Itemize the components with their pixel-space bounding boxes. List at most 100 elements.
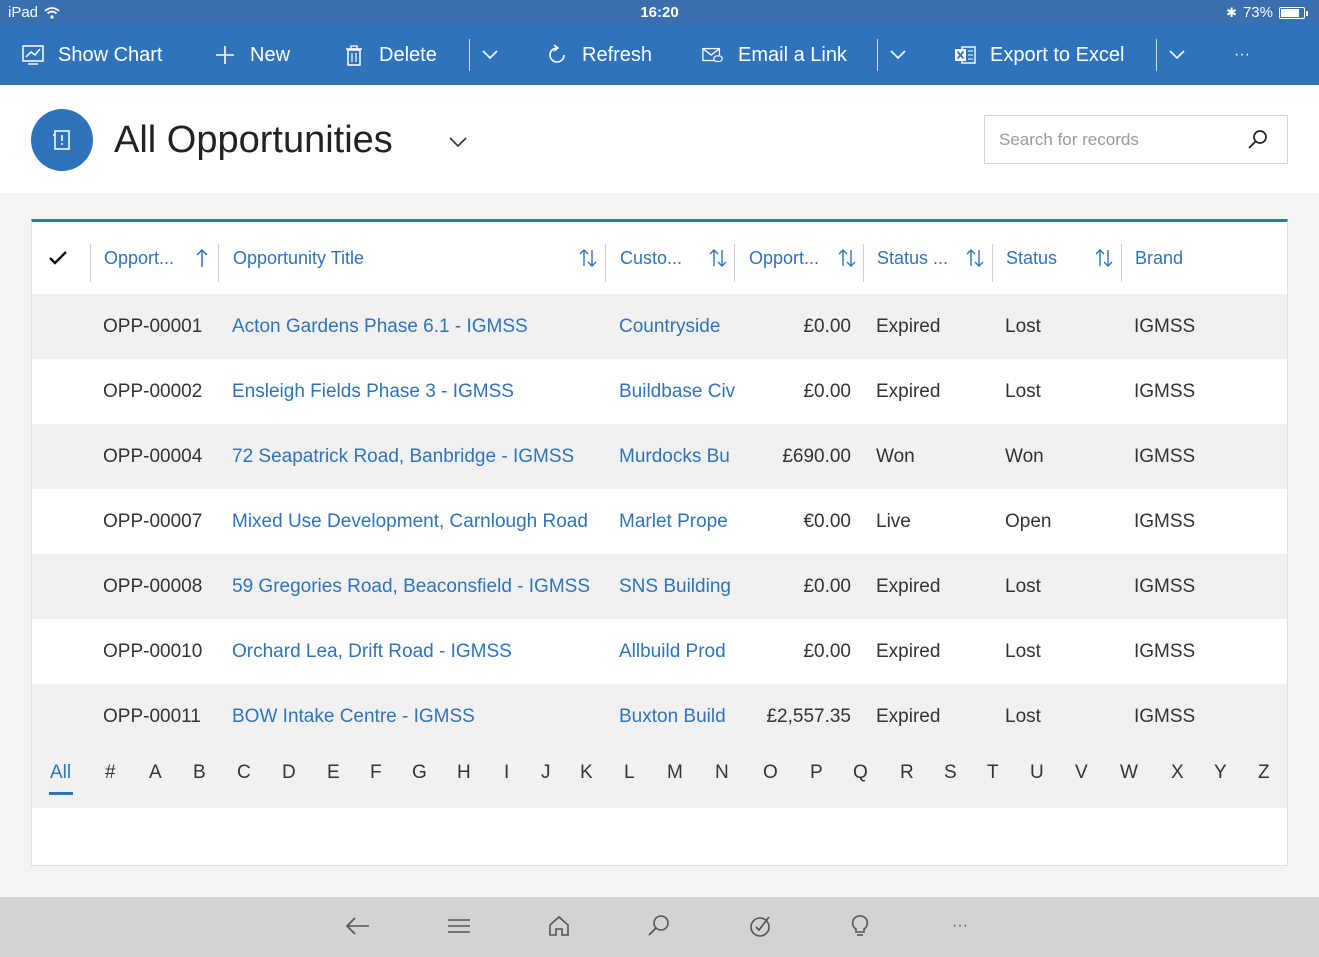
search-input[interactable] xyxy=(999,128,1239,152)
sort-icon[interactable] xyxy=(837,248,857,268)
alpha-filter-x[interactable]: X xyxy=(1171,762,1184,784)
email-more-chevron-icon[interactable] xyxy=(887,43,909,65)
cell-brand: IGMSS xyxy=(1134,640,1196,662)
alpha-filter-o[interactable]: O xyxy=(763,762,778,784)
cell-customer-link[interactable]: Countryside xyxy=(619,294,736,359)
cell-customer-link[interactable]: Buildbase Civ xyxy=(619,359,736,424)
cell-brand: IGMSS xyxy=(1134,380,1196,402)
view-selector-chevron-icon[interactable] xyxy=(447,131,469,153)
alpha-filter-w[interactable]: W xyxy=(1120,762,1138,784)
cell-title-link[interactable]: 59 Gregories Road, Beaconsfield - IGMSS xyxy=(232,554,606,619)
alpha-filter-q[interactable]: Q xyxy=(853,762,868,784)
column-header-opportunity-value[interactable]: Opport... xyxy=(749,222,819,294)
cell-customer-link[interactable]: SNS Building xyxy=(619,554,736,619)
sort-icon[interactable] xyxy=(1094,248,1114,268)
table-row[interactable]: OPP-00011 BOW Intake Centre - IGMSS Buxt… xyxy=(32,684,1287,749)
view-header: All Opportunities xyxy=(0,85,1319,193)
show-chart-button[interactable]: Show Chart xyxy=(22,25,163,85)
table-row[interactable]: OPP-00001 Acton Gardens Phase 6.1 - IGMS… xyxy=(32,294,1287,359)
activities-icon[interactable] xyxy=(747,913,773,939)
home-icon[interactable] xyxy=(546,913,572,939)
active-filter-underline xyxy=(49,792,73,795)
column-divider xyxy=(218,244,219,282)
delete-more-chevron-icon[interactable] xyxy=(479,43,501,65)
refresh-button[interactable]: Refresh xyxy=(546,25,652,85)
alpha-filter-b[interactable]: B xyxy=(193,762,206,784)
cell-title-link[interactable]: Orchard Lea, Drift Road - IGMSS xyxy=(232,619,606,684)
alpha-filter-k[interactable]: K xyxy=(580,762,593,784)
cell-title-link[interactable]: Acton Gardens Phase 6.1 - IGMSS xyxy=(232,294,606,359)
cell-title-link[interactable]: Ensleigh Fields Phase 3 - IGMSS xyxy=(232,359,606,424)
alpha-filter-d[interactable]: D xyxy=(282,762,296,784)
alpha-filter-n[interactable]: N xyxy=(715,762,729,784)
email-link-button[interactable]: Email a Link xyxy=(702,25,847,85)
cell-customer-link[interactable]: Marlet Prope xyxy=(619,489,736,554)
cell-status-reason: Expired xyxy=(876,640,941,662)
table-row[interactable]: OPP-00008 59 Gregories Road, Beaconsfiel… xyxy=(32,554,1287,619)
alpha-filter-h[interactable]: H xyxy=(457,762,471,784)
alpha-filter-e[interactable]: E xyxy=(327,762,340,784)
alpha-filter-f[interactable]: F xyxy=(370,762,382,784)
plus-icon xyxy=(214,44,236,66)
search-icon[interactable] xyxy=(646,913,672,939)
alpha-filter-t[interactable]: T xyxy=(987,762,999,784)
alpha-filter-l[interactable]: L xyxy=(624,762,635,784)
alpha-filter-p[interactable]: P xyxy=(810,762,823,784)
table-row[interactable]: OPP-00007 Mixed Use Development, Carnlou… xyxy=(32,489,1287,554)
divider xyxy=(877,39,878,71)
export-more-chevron-icon[interactable] xyxy=(1166,43,1188,65)
column-header-status[interactable]: Status xyxy=(1006,222,1057,294)
delete-button[interactable]: Delete xyxy=(343,25,437,85)
column-label: Custo... xyxy=(620,247,683,268)
table-row[interactable]: OPP-00004 72 Seapatrick Road, Banbridge … xyxy=(32,424,1287,489)
select-all-checkbox[interactable] xyxy=(48,222,68,294)
alpha-filter-all[interactable]: All xyxy=(50,762,71,784)
alpha-filter-a[interactable]: A xyxy=(149,762,162,784)
alpha-filter-r[interactable]: R xyxy=(900,762,914,784)
cell-customer-link[interactable]: Allbuild Prod xyxy=(619,619,736,684)
cell-title-link[interactable]: BOW Intake Centre - IGMSS xyxy=(232,684,606,749)
search-icon[interactable] xyxy=(1247,129,1269,151)
delete-label: Delete xyxy=(379,43,437,66)
new-button[interactable]: New xyxy=(214,25,290,85)
more-icon: ··· xyxy=(1234,46,1250,63)
alpha-filter-g[interactable]: G xyxy=(412,762,427,784)
sort-icon[interactable] xyxy=(578,248,598,268)
sort-ascending-icon[interactable] xyxy=(195,248,209,268)
alpha-filter-m[interactable]: M xyxy=(667,762,683,784)
more-commands-button[interactable]: ··· xyxy=(1234,25,1250,85)
cell-customer-link[interactable]: Murdocks Bu xyxy=(619,424,736,489)
column-header-customer[interactable]: Custo... xyxy=(620,222,682,294)
more-icon[interactable]: ··· xyxy=(947,913,973,939)
sort-icon[interactable] xyxy=(965,248,985,268)
lightbulb-icon[interactable] xyxy=(847,913,873,939)
search-box[interactable] xyxy=(984,115,1288,164)
table-row[interactable]: OPP-00010 Orchard Lea, Drift Road - IGMS… xyxy=(32,619,1287,684)
cell-value: £0.00 xyxy=(803,575,851,597)
alpha-filter-i[interactable]: I xyxy=(504,762,509,784)
alpha-filter-y[interactable]: Y xyxy=(1214,762,1227,784)
alpha-filter-v[interactable]: V xyxy=(1075,762,1088,784)
cell-title-link[interactable]: 72 Seapatrick Road, Banbridge - IGMSS xyxy=(232,424,606,489)
export-excel-label: Export to Excel xyxy=(990,43,1125,66)
cell-brand: IGMSS xyxy=(1134,315,1196,337)
menu-icon[interactable] xyxy=(446,913,472,939)
cell-opportunity-id: OPP-00002 xyxy=(103,380,203,402)
alpha-filter-hash[interactable]: # xyxy=(105,762,116,784)
export-excel-button[interactable]: Export to Excel xyxy=(954,25,1125,85)
alpha-filter-j[interactable]: J xyxy=(541,762,551,784)
back-icon[interactable] xyxy=(345,913,371,939)
alpha-filter-z[interactable]: Z xyxy=(1258,762,1270,784)
column-header-status-reason[interactable]: Status ... xyxy=(877,222,948,294)
cell-title-link[interactable]: Mixed Use Development, Carnlough Road xyxy=(232,489,606,554)
table-row[interactable]: OPP-00002 Ensleigh Fields Phase 3 - IGMS… xyxy=(32,359,1287,424)
cell-customer-link[interactable]: Buxton Build xyxy=(619,684,736,749)
alpha-filter-u[interactable]: U xyxy=(1030,762,1044,784)
cell-status-reason: Won xyxy=(876,445,915,467)
column-header-brand[interactable]: Brand xyxy=(1135,222,1183,294)
column-header-opportunity-id[interactable]: Opport... xyxy=(104,222,174,294)
column-header-opportunity-title[interactable]: Opportunity Title xyxy=(233,222,364,294)
alpha-filter-c[interactable]: C xyxy=(237,762,251,784)
sort-icon[interactable] xyxy=(708,248,728,268)
alpha-filter-s[interactable]: S xyxy=(944,762,957,784)
